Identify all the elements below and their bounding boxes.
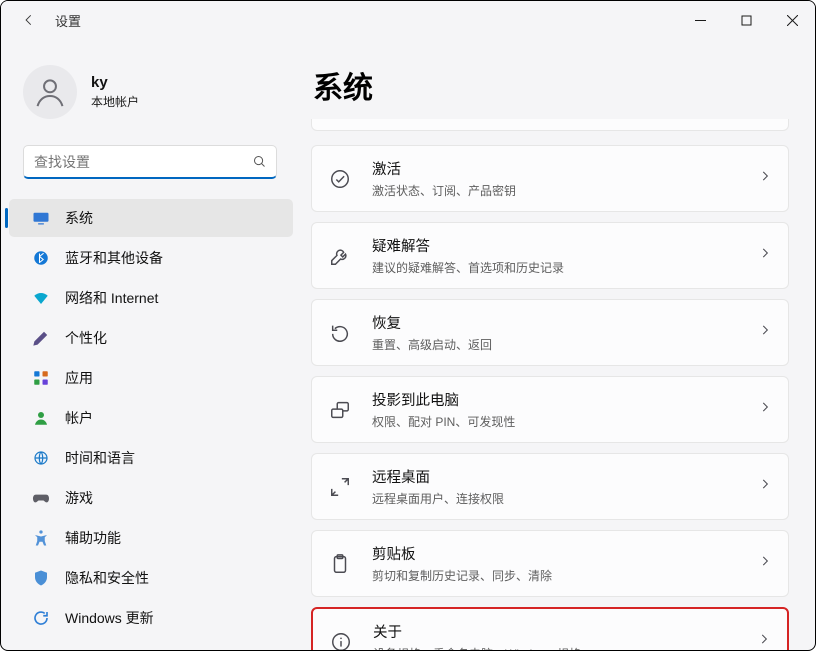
check-circle-icon: [326, 165, 354, 193]
nav-time-language[interactable]: 时间和语言: [9, 439, 293, 477]
person-small-icon: [31, 408, 51, 428]
card-sub: 远程桌面用户、连接权限: [372, 490, 504, 507]
sidebar: ky 本地帐户 系统: [1, 39, 301, 650]
back-button[interactable]: [9, 1, 49, 39]
nav-label: 时间和语言: [65, 448, 135, 468]
nav-accounts[interactable]: 帐户: [9, 399, 293, 437]
accessibility-icon: [31, 528, 51, 548]
user-sub: 本地帐户: [91, 93, 139, 110]
titlebar: 设置: [1, 1, 815, 39]
person-icon: [33, 75, 67, 109]
settings-window: 设置 ky 本地帐户: [0, 0, 816, 651]
card-sub: 重置、高级启动、返回: [372, 336, 492, 353]
chevron-right-icon: [758, 323, 772, 342]
chevron-right-icon: [758, 246, 772, 265]
close-icon: [787, 15, 798, 26]
card-title: 投影到此电脑: [372, 389, 515, 410]
window-title: 设置: [55, 11, 81, 30]
chevron-right-icon: [758, 554, 772, 573]
card-sub: 设备规格，重命名电脑、Windows 规格: [373, 645, 581, 650]
user-text: ky 本地帐户: [91, 74, 139, 110]
nav-label: 系统: [65, 208, 93, 228]
card-sub: 建议的疑难解答、首选项和历史记录: [372, 259, 564, 276]
minimize-button[interactable]: [677, 4, 723, 36]
nav-privacy[interactable]: 隐私和安全性: [9, 559, 293, 597]
card-recovery[interactable]: 恢复 重置、高级启动、返回: [311, 299, 789, 366]
maximize-icon: [741, 15, 752, 26]
nav-label: 应用: [65, 368, 93, 388]
card-title: 关于: [373, 621, 581, 642]
nav-label: 游戏: [65, 488, 93, 508]
chevron-right-icon: [758, 477, 772, 496]
minimize-icon: [695, 15, 706, 26]
avatar: [23, 65, 77, 119]
window-controls: [677, 4, 815, 36]
nav-label: 网络和 Internet: [65, 288, 158, 308]
update-icon: [31, 608, 51, 628]
card-title: 激活: [372, 158, 516, 179]
card-activation[interactable]: 激活 激活状态、订阅、产品密钥: [311, 145, 789, 212]
cards: 激活 激活状态、订阅、产品密钥 疑难解答 建议的疑难解答、首选项和历史记录: [311, 145, 789, 650]
clipboard-icon: [326, 550, 354, 578]
card-title: 恢复: [372, 312, 492, 333]
nav-label: 隐私和安全性: [65, 568, 149, 588]
paintbrush-icon: [31, 328, 51, 348]
arrow-left-icon: [22, 13, 36, 27]
card-sub: 权限、配对 PIN、可发现性: [372, 413, 515, 430]
card-sub: 激活状态、订阅、产品密钥: [372, 182, 516, 199]
nav: 系统 蓝牙和其他设备 网络和 Internet: [1, 199, 301, 637]
nav-apps[interactable]: 应用: [9, 359, 293, 397]
card-project[interactable]: 投影到此电脑 权限、配对 PIN、可发现性: [311, 376, 789, 443]
search-input[interactable]: [24, 154, 242, 170]
nav-personalization[interactable]: 个性化: [9, 319, 293, 357]
card-title: 疑难解答: [372, 235, 564, 256]
card-troubleshoot[interactable]: 疑难解答 建议的疑难解答、首选项和历史记录: [311, 222, 789, 289]
user-name: ky: [91, 74, 139, 91]
card-clipboard[interactable]: 剪贴板 剪切和复制历史记录、同步、清除: [311, 530, 789, 597]
page-title: 系统: [313, 63, 789, 107]
card-title: 剪贴板: [372, 543, 552, 564]
wrench-icon: [326, 242, 354, 270]
user-block[interactable]: ky 本地帐户: [1, 47, 301, 137]
close-button[interactable]: [769, 4, 815, 36]
recovery-icon: [326, 319, 354, 347]
search-icon: [242, 154, 276, 169]
nav-windows-update[interactable]: Windows 更新: [9, 599, 293, 637]
maximize-button[interactable]: [723, 4, 769, 36]
card-sub: 剪切和复制历史记录、同步、清除: [372, 567, 552, 584]
card-about[interactable]: 关于 设备规格，重命名电脑、Windows 规格: [311, 607, 789, 650]
search-field[interactable]: [23, 145, 277, 179]
gamepad-icon: [31, 488, 51, 508]
wifi-icon: [31, 288, 51, 308]
nav-label: 帐户: [65, 408, 93, 428]
chevron-right-icon: [758, 400, 772, 419]
globe-clock-icon: [31, 448, 51, 468]
nav-gaming[interactable]: 游戏: [9, 479, 293, 517]
chevron-right-icon: [757, 632, 771, 650]
partial-card-above: [311, 119, 789, 131]
nav-label: 辅助功能: [65, 528, 121, 548]
nav-bluetooth[interactable]: 蓝牙和其他设备: [9, 239, 293, 277]
nav-label: Windows 更新: [65, 608, 154, 628]
info-icon: [327, 628, 355, 651]
card-title: 远程桌面: [372, 466, 504, 487]
apps-grid-icon: [31, 368, 51, 388]
chevron-right-icon: [758, 169, 772, 188]
card-remote-desktop[interactable]: 远程桌面 远程桌面用户、连接权限: [311, 453, 789, 520]
project-icon: [326, 396, 354, 424]
monitor-icon: [31, 208, 51, 228]
main: 系统 激活 激活状态、订阅、产品密钥: [301, 39, 815, 650]
nav-accessibility[interactable]: 辅助功能: [9, 519, 293, 557]
shield-icon: [31, 568, 51, 588]
nav-label: 个性化: [65, 328, 107, 348]
remote-desktop-icon: [326, 473, 354, 501]
nav-system[interactable]: 系统: [9, 199, 293, 237]
nav-network[interactable]: 网络和 Internet: [9, 279, 293, 317]
bluetooth-icon: [31, 248, 51, 268]
nav-label: 蓝牙和其他设备: [65, 248, 163, 268]
